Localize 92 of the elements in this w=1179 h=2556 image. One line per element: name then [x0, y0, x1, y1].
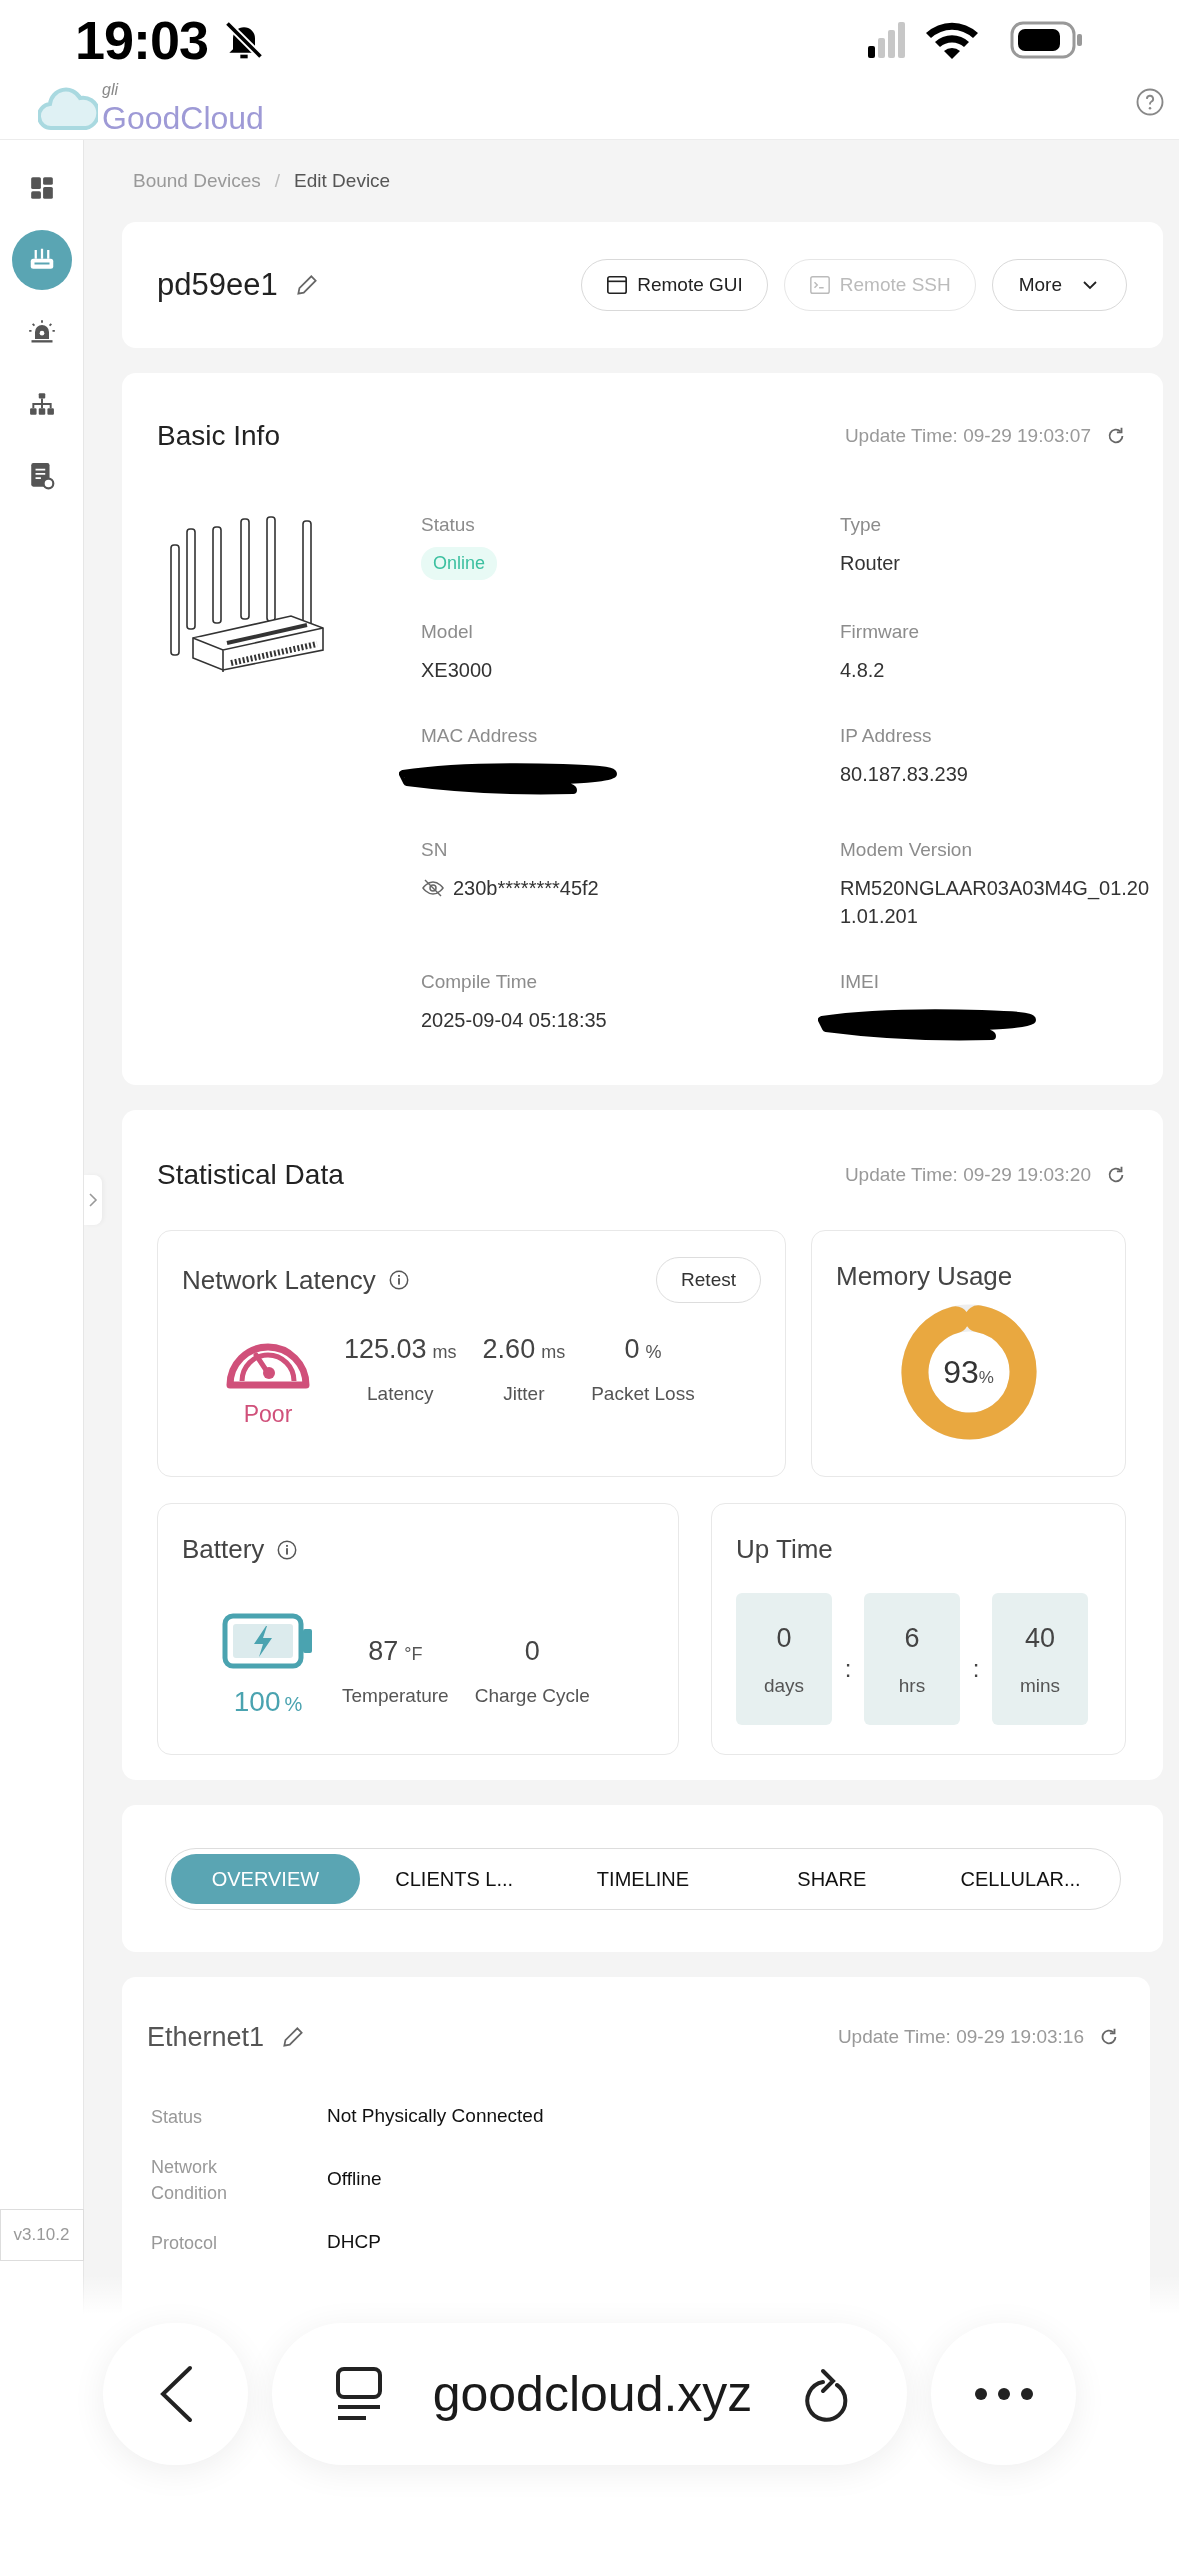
card-title: Up Time: [736, 1533, 833, 1566]
field-value: XE3000: [421, 658, 494, 683]
chevron-right-icon: [88, 1192, 98, 1208]
memory-unit: %: [978, 1368, 994, 1389]
metric-unit: %: [645, 1341, 662, 1364]
metric-label: Packet Loss: [591, 1381, 695, 1406]
help-icon: [1135, 87, 1165, 117]
grid-icon: [28, 175, 55, 201]
field-label: Model: [421, 620, 474, 644]
remote-button[interactable]: Remote GUI: [581, 259, 768, 311]
retest-button[interactable]: Retest: [656, 1257, 761, 1303]
metric-value: 87: [368, 1635, 399, 1668]
metric-label: Temperature: [342, 1683, 449, 1708]
status-badge: Online: [421, 547, 498, 580]
field-label: IMEI: [840, 970, 881, 994]
version-label: v3.10.2: [0, 2209, 84, 2261]
field-label: Firmware: [840, 620, 921, 644]
field-value: DHCP: [327, 2230, 381, 2255]
hierarchy-icon: [28, 391, 55, 417]
metric-value: 0: [624, 1333, 640, 1366]
logo-text: GoodCloud: [102, 102, 264, 134]
charging-battery-icon: [222, 1613, 314, 1669]
uptime-unit: hrs: [898, 1674, 926, 1698]
field-label: IP Address: [840, 724, 933, 748]
info-icon: [387, 1269, 410, 1291]
ellipsis-icon: [972, 2386, 1035, 2402]
tab[interactable]: CLIENTS L...: [359, 1853, 549, 1904]
metric-label: Charge Cycle: [474, 1683, 590, 1708]
uptime-unit: days: [763, 1674, 805, 1698]
field-value: 80.187.83.239: [840, 762, 969, 787]
metric-label: Latency: [366, 1381, 435, 1406]
window-icon: [606, 274, 629, 296]
card-title: Memory Usage: [836, 1260, 1013, 1293]
card-title: Network Latency: [182, 1263, 376, 1297]
breadcrumb-separator: /: [274, 168, 281, 193]
field-value: Offline: [327, 2167, 382, 2192]
field-value: 2025-09-04 05:18:35: [421, 1008, 608, 1033]
uptime-value: 6: [904, 1621, 920, 1655]
metric-value: 0: [524, 1635, 540, 1668]
update-time: Update Time: 09-29 19:03:07: [844, 423, 1091, 448]
terminal-icon: [808, 274, 831, 296]
metric-unit: ms: [541, 1341, 566, 1364]
uptime-unit: mins: [1019, 1674, 1061, 1698]
field-label: Status: [421, 513, 476, 537]
info-icon: [276, 1538, 299, 1561]
metric-unit: °F: [404, 1643, 423, 1666]
metric-value: 125.03: [344, 1333, 427, 1366]
logo-subtext: gli: [102, 82, 118, 98]
field-label: Protocol: [150, 2231, 219, 2255]
battery-status-icon: [1010, 20, 1084, 60]
uptime-value: 0: [776, 1621, 792, 1655]
time-separator: :: [971, 1654, 981, 1684]
field-value: Router: [840, 551, 902, 576]
expand-handle[interactable]: [84, 1175, 102, 1225]
more-dropdown[interactable]: More: [991, 259, 1127, 311]
battery-unit: %: [284, 1692, 303, 1717]
field-label: Modem Version: [840, 838, 973, 862]
field-value: Not Physically Connected: [327, 2104, 544, 2129]
memory-value: 93: [943, 1353, 979, 1392]
field-label: Status: [150, 2105, 204, 2129]
card-title: Battery: [182, 1533, 265, 1566]
update-time: Update Time: 09-29 19:03:16: [837, 2025, 1084, 2049]
clock-time: 19:03: [75, 8, 209, 72]
tab[interactable]: CELLULAR...: [926, 1853, 1115, 1904]
uptime-value: 40: [1024, 1621, 1055, 1655]
card-title: Ethernet1: [147, 2021, 265, 2054]
battery-percent: 100: [233, 1685, 281, 1719]
page-menu-icon: [336, 2366, 382, 2422]
field-label: Compile Time: [421, 970, 539, 994]
address-bar[interactable]: goodcloud.xyz: [272, 2323, 907, 2465]
document-gear-icon: [28, 462, 55, 490]
field-label: SN: [421, 838, 449, 862]
url-text: goodcloud.xyz: [432, 2364, 753, 2424]
field-value: RM520NGLAAR03A03M4G_01.201.01.201: [840, 876, 1151, 929]
metric-label: Jitter: [502, 1381, 546, 1406]
metric-unit: ms: [432, 1341, 457, 1364]
field-value: 4.8.2: [840, 658, 886, 683]
signal-icon: [868, 20, 906, 60]
field-label: MAC Address: [421, 724, 539, 748]
metric-value: 2.60: [482, 1333, 536, 1366]
field-label: Type: [840, 513, 883, 537]
field-value: 230b********45f2: [453, 876, 599, 901]
card-title: Statistical Data: [157, 1158, 344, 1192]
tab[interactable]: SHARE: [737, 1853, 927, 1904]
tab[interactable]: TIMELINE: [548, 1853, 738, 1904]
field-label: Network Condition: [150, 2155, 229, 2205]
update-time: Update Time: 09-29 19:03:20: [844, 1162, 1091, 1187]
card-title: Basic Info: [157, 419, 280, 453]
quality-label: Poor: [242, 1400, 294, 1429]
time-separator: :: [843, 1654, 853, 1684]
siren-icon: [27, 318, 56, 346]
device-name: pd59ee1: [157, 265, 278, 304]
